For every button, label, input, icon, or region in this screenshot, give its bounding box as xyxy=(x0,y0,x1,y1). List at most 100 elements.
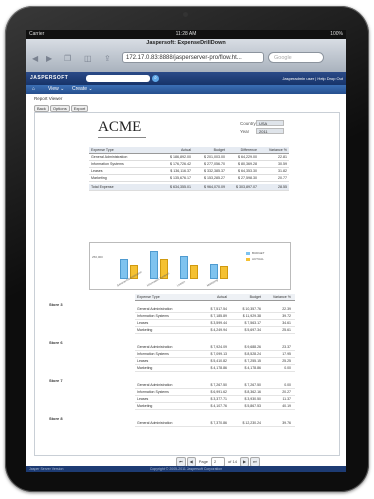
store-label: Store 6 xyxy=(49,340,63,345)
chart-bar[interactable] xyxy=(120,259,128,279)
battery-label: 100% xyxy=(330,31,343,37)
legend-actual: ACTUAL xyxy=(246,257,265,261)
export-button[interactable]: Export xyxy=(70,105,89,112)
x-tick-label: Marketing xyxy=(206,277,219,288)
share-icon[interactable]: ⇪ xyxy=(104,54,111,63)
chart-bar[interactable] xyxy=(210,264,218,279)
clock: 11:28 AM xyxy=(175,31,197,37)
menu-view[interactable]: View ⌄ xyxy=(48,85,64,94)
table-row[interactable]: Leases $ 136,116.37 $ 332,385.37 $ 64,353.3… xyxy=(89,168,289,175)
menu-create[interactable]: Create ⌄ xyxy=(72,85,93,94)
year-label: Year xyxy=(240,129,250,134)
table-cell: General Administration xyxy=(137,345,173,349)
table-cell: $ 7,563.17 xyxy=(244,321,261,325)
table-row[interactable]: General Administration $ 7,370.86 $ 12,230… xyxy=(135,420,295,427)
table-row[interactable]: Marketing $ 4,178.86 $ 4,178.86 0.00 xyxy=(135,365,295,372)
table-cell: $ 4,107.76 xyxy=(210,404,227,408)
table-cell: $ 27,598.30 xyxy=(238,176,257,180)
legend-budget: BUDGET xyxy=(246,251,265,255)
table-cell: 40.19 xyxy=(282,404,291,408)
user-menu[interactable]: Jasperadmin user | Help Drop Out xyxy=(282,76,343,81)
table-cell: 30.59 xyxy=(278,162,287,166)
url-bar[interactable]: 172.17.0.83:8888/jasperserver-pro/flow.h… xyxy=(122,52,264,63)
table-cell: Budget xyxy=(249,295,261,299)
table-cell: Difference xyxy=(240,148,257,152)
table-cell: $ 176,726.42 xyxy=(170,162,191,166)
table-cell: Expense Type xyxy=(91,148,114,152)
table-cell: Marketing xyxy=(137,404,153,408)
chart-bar[interactable] xyxy=(150,251,158,279)
table-row[interactable]: Information Systems $ 176,726.42 $ 277,056… xyxy=(89,161,289,168)
table-cell: $ 7,267.50 xyxy=(210,383,227,387)
country-label: Country xyxy=(240,121,256,126)
bookmarks-icon[interactable]: ◫ xyxy=(84,54,92,63)
table-cell: Information Systems xyxy=(137,390,169,394)
tabs-icon[interactable]: ❐ xyxy=(64,54,71,63)
report-canvas: ACME Country USA Year 2011 250,000 BUDGE… xyxy=(34,112,340,456)
back-icon[interactable]: ◀ xyxy=(32,54,38,63)
table-row[interactable]: Marketing $ 4,249.94 $ 5,697.34 25.61 xyxy=(135,327,295,334)
table-cell: General Administration xyxy=(91,155,128,159)
table-cell: Information Systems xyxy=(137,314,169,318)
table-cell: $ 12,230.24 xyxy=(242,421,262,425)
table-row[interactable]: Marketing $ 135,676.17 $ 153,285.27 $ 27,59… xyxy=(89,175,289,182)
year-value: 2011 xyxy=(256,128,284,134)
table-row[interactable]: Marketing $ 4,107.76 $ 5,867.53 40.19 xyxy=(135,403,295,410)
table-cell: $ 10,357.76 xyxy=(242,307,262,311)
table-cell: $ 7,255.15 xyxy=(244,359,261,363)
table-row[interactable]: Information Systems $ 7,099.13 $ 8,528.24 1… xyxy=(135,351,295,358)
store-label: Store 3 xyxy=(49,302,63,307)
table-cell: Marketing xyxy=(137,328,153,332)
table-cell: Leases xyxy=(137,359,149,363)
home-icon[interactable]: ⌂ xyxy=(32,85,35,94)
table-row[interactable]: Leases $ 3,377.71 $ 3,930.50 11.37 xyxy=(135,396,295,403)
detail-table-header: Expense Type Actual Budget Variance % xyxy=(135,294,295,301)
chart-bar[interactable] xyxy=(190,265,198,279)
chart-bar[interactable] xyxy=(180,256,188,279)
table-cell: $ 7,099.13 xyxy=(210,352,227,356)
chart-legend: BUDGET ACTUAL xyxy=(246,251,265,263)
table-cell: $ 332,385.37 xyxy=(204,169,225,173)
table-cell: Variance % xyxy=(268,148,287,152)
table-cell: $ 135,676.17 xyxy=(170,176,191,180)
table-row[interactable]: Leases $ 5,410.82 $ 7,255.15 25.25 xyxy=(135,358,295,365)
chart-bar[interactable] xyxy=(220,266,228,279)
table-cell: $ 4,178.86 xyxy=(210,366,227,370)
table-cell: $ 634,355.01 xyxy=(170,185,191,189)
table-cell: 20.27 xyxy=(282,390,291,394)
forward-icon[interactable]: ▶ xyxy=(46,54,52,63)
table-row[interactable]: Information Systems $ 6,991.62 $ 8,362.16 2… xyxy=(135,389,295,396)
table-cell: Budget xyxy=(213,148,225,152)
table-cell: $ 3,930.50 xyxy=(244,397,261,401)
back-button[interactable]: Back xyxy=(34,105,49,112)
table-cell: $ 136,116.37 xyxy=(170,169,191,173)
country-value: USA xyxy=(256,120,284,126)
table-cell: General Administration xyxy=(137,383,173,387)
table-cell: General Administration xyxy=(137,421,173,425)
table-row[interactable]: General Administration $ 7,924.09 $ 9,688.… xyxy=(135,344,295,351)
table-row[interactable]: General Administration $ 186,892.00 $ 201,… xyxy=(89,154,289,161)
table-cell: Marketing xyxy=(137,366,153,370)
table-row[interactable]: General Administration $ 7,517.54 $ 10,357… xyxy=(135,306,295,313)
table-cell: 31.82 xyxy=(278,169,287,173)
search-icon[interactable]: ⌕ xyxy=(152,75,159,82)
table-row[interactable]: Leases $ 3,599.44 $ 7,563.17 34.61 xyxy=(135,320,295,327)
app-search-input[interactable] xyxy=(86,75,150,82)
table-cell: $ 5,697.34 xyxy=(244,328,261,332)
table-cell: $ 964,070.09 xyxy=(204,185,225,189)
options-button[interactable]: Options xyxy=(49,105,70,112)
table-cell: Information Systems xyxy=(91,162,124,166)
browser-page-title: Jaspersoft: ExpenseDrillDown xyxy=(146,40,226,46)
camera-icon xyxy=(183,12,188,17)
table-cell: $ 9,688.26 xyxy=(244,345,261,349)
table-cell: 20.77 xyxy=(278,176,287,180)
table-row[interactable]: Information Systems $ 7,185.89 $ 11,929.38… xyxy=(135,313,295,320)
table-row[interactable]: General Administration $ 7,267.50 $ 7,267.… xyxy=(135,382,295,389)
main-menu: ⌂ View ⌄ Create ⌄ xyxy=(26,85,346,94)
table-cell: 23.37 xyxy=(282,345,291,349)
table-cell: Actual xyxy=(181,148,191,152)
table-cell: Total Expense xyxy=(91,185,114,189)
table-cell: 17.95 xyxy=(282,352,291,356)
table-cell: Leases xyxy=(137,397,149,401)
browser-search-input[interactable]: Google xyxy=(268,52,324,63)
